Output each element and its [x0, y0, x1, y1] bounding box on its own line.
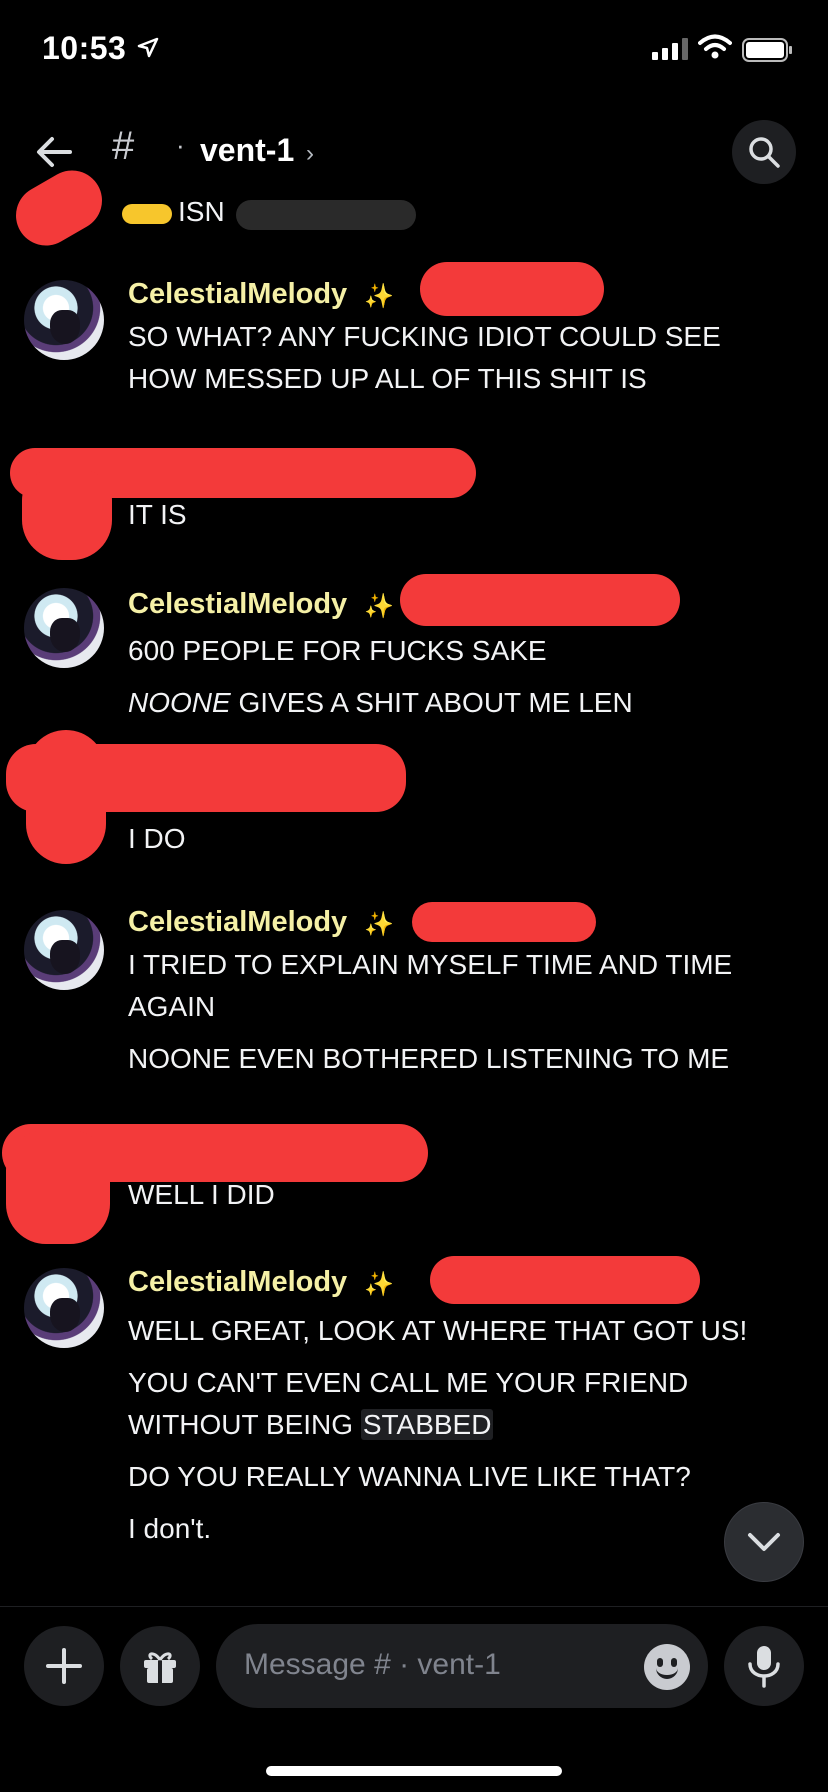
sparkle-icon: ✨ — [364, 911, 394, 938]
add-attachment-button[interactable] — [24, 1626, 104, 1706]
avatar[interactable] — [24, 588, 104, 668]
chevron-down-icon — [748, 1533, 780, 1551]
gift-icon — [144, 1652, 176, 1683]
channel-dot: · — [176, 130, 185, 160]
home-indicator — [266, 1766, 562, 1776]
sparkle-icon: ✨ — [364, 1271, 394, 1298]
partial-message-text: ISN — [178, 196, 225, 227]
avatar[interactable] — [24, 910, 104, 990]
message-text: I DO — [128, 823, 186, 854]
message-author[interactable]: CelestialMelody — [128, 278, 347, 311]
microphone-icon — [748, 1646, 780, 1688]
redaction-mark — [412, 902, 596, 942]
search-button[interactable] — [732, 120, 796, 184]
message-author[interactable]: CelestialMelody — [128, 1266, 347, 1299]
channel-header: # · vent-1 › — [0, 110, 828, 194]
redaction-mark — [6, 1130, 110, 1244]
message-text: NOONE GIVES A SHIT ABOUT ME LEN — [128, 682, 768, 724]
message-author[interactable]: CelestialMelody — [128, 906, 347, 939]
status-time: 10:53 — [42, 30, 127, 66]
redaction-mark — [26, 730, 106, 864]
sparkle-icon: ✨ — [364, 593, 394, 620]
message-text: I TRIED TO EXPLAIN MYSELF TIME AND TIME … — [128, 949, 733, 1022]
message-text: IT IS — [128, 499, 187, 530]
channel-chevron-icon[interactable]: › — [306, 140, 314, 168]
composer-divider — [0, 1606, 828, 1607]
redaction-mark — [22, 470, 112, 560]
channel-name[interactable]: vent-1 — [200, 132, 294, 169]
blurred-text — [236, 200, 416, 230]
message-highlight: STABBED — [360, 1409, 494, 1440]
message-text: SO WHAT? ANY FUCKING IDIOT COULD SEE HOW… — [128, 321, 721, 394]
message-text: YOU CAN'T EVEN CALL ME YOUR FRIEND WITHO… — [128, 1362, 768, 1446]
voice-message-button[interactable] — [724, 1626, 804, 1706]
jump-to-bottom-button[interactable] — [724, 1502, 804, 1582]
emoji-icon[interactable] — [644, 1644, 690, 1690]
message-text: WELL I DID — [128, 1179, 275, 1210]
battery-icon — [742, 38, 792, 62]
back-arrow-icon[interactable] — [34, 132, 74, 172]
message-text-rest: GIVES A SHIT ABOUT ME LEN — [230, 687, 633, 718]
location-arrow-icon — [137, 37, 159, 58]
avatar[interactable] — [24, 1268, 104, 1348]
message-text: 600 PEOPLE FOR FUCKS SAKE — [128, 635, 547, 666]
message-text: WELL GREAT, LOOK AT WHERE THAT GOT US! — [128, 1315, 748, 1346]
channel-hash-icon: # — [112, 124, 135, 168]
message-text: I don't. — [128, 1513, 212, 1544]
cellular-signal-icon — [652, 38, 688, 60]
message-emphasis: NOONE — [128, 687, 231, 718]
redaction-mark — [420, 262, 604, 316]
message-input-placeholder: Message # · vent-1 — [244, 1648, 501, 1681]
gift-button[interactable] — [120, 1626, 200, 1706]
redaction-mark — [400, 574, 680, 626]
message-author[interactable]: CelestialMelody — [128, 588, 347, 621]
search-icon — [749, 137, 780, 168]
wifi-icon — [698, 34, 732, 59]
status-bar: 10:53 — [0, 0, 828, 100]
message-input[interactable]: Message # · vent-1 — [216, 1624, 708, 1708]
avatar[interactable] — [24, 280, 104, 360]
plus-icon — [46, 1648, 82, 1684]
sparkle-icon: ✨ — [364, 283, 394, 310]
message-text: NOONE EVEN BOTHERED LISTENING TO ME — [128, 1043, 730, 1074]
message-text: DO YOU REALLY WANNA LIVE LIKE THAT? — [128, 1461, 691, 1492]
redaction-mark — [430, 1256, 700, 1304]
partial-emoji — [122, 204, 172, 224]
